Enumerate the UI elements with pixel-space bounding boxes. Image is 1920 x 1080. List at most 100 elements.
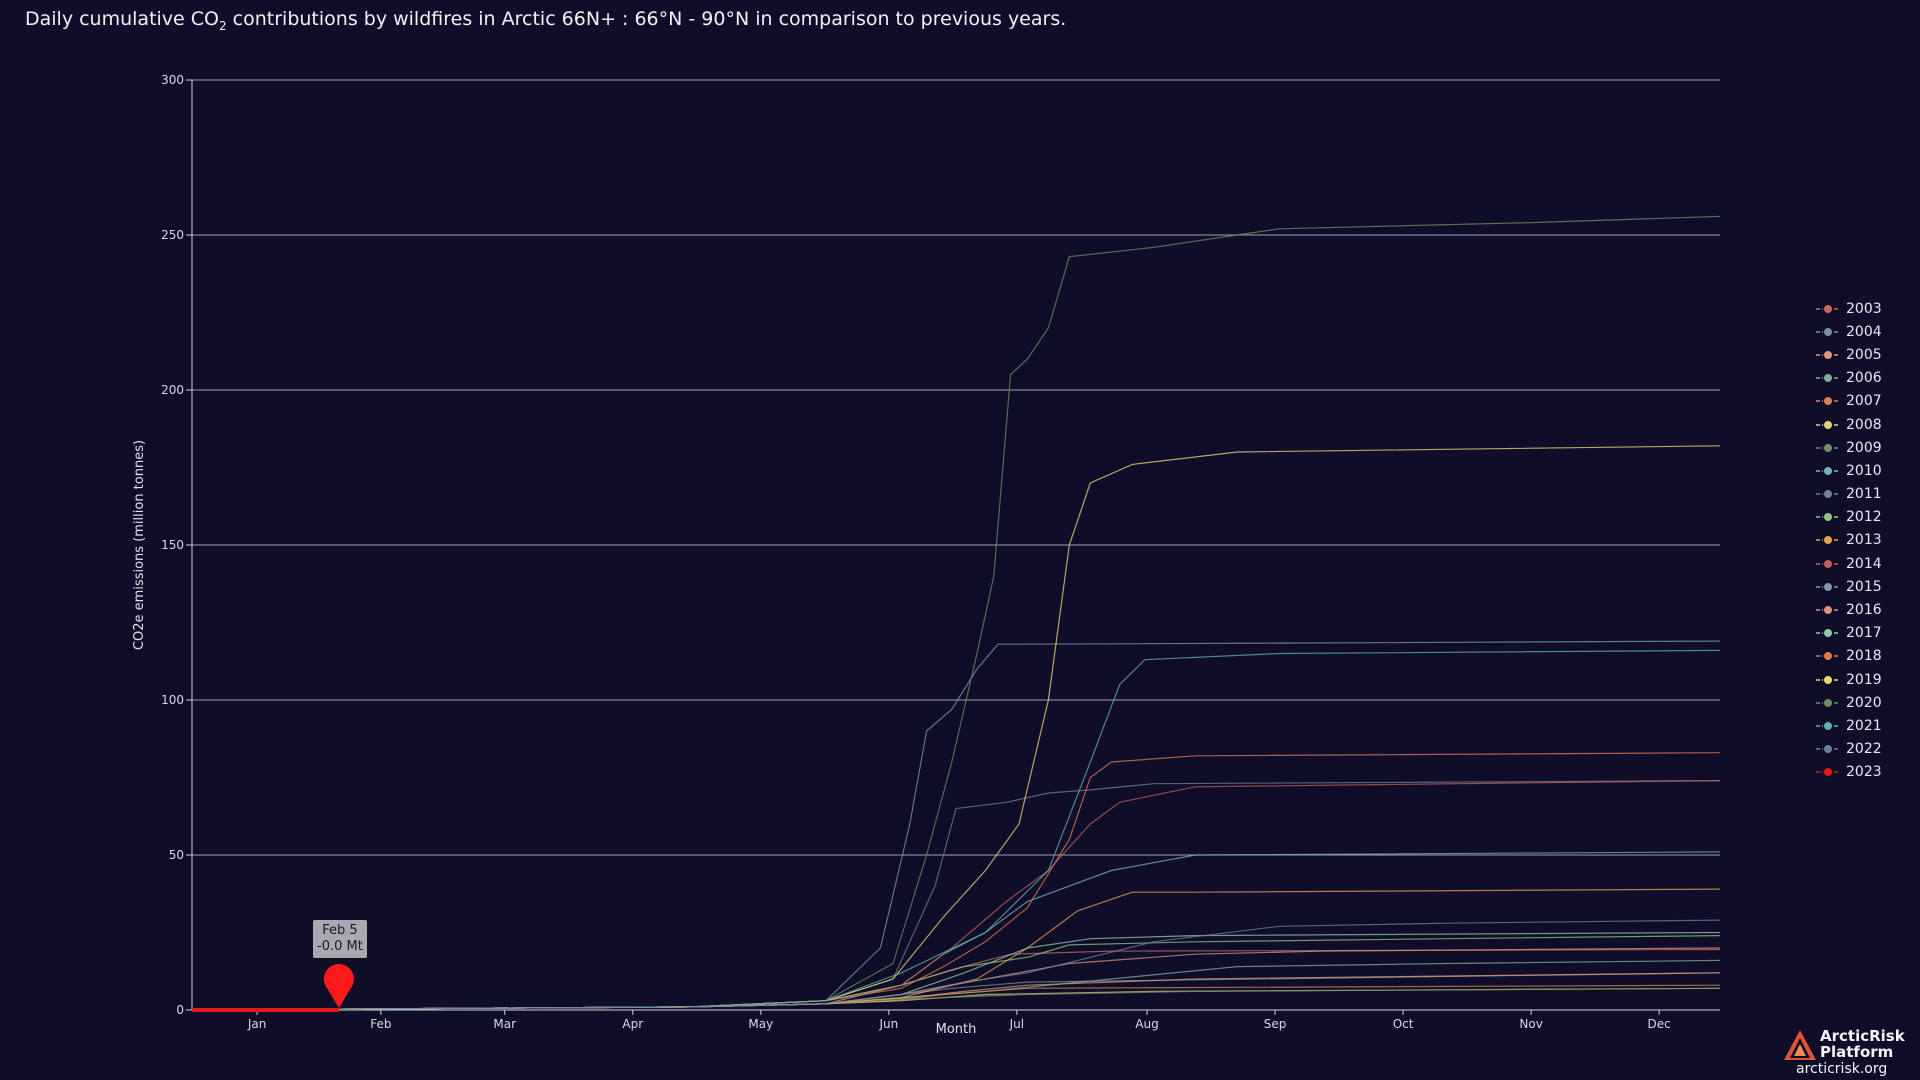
tick-label-y: 50 — [169, 848, 184, 862]
grid-lines — [192, 79, 1720, 856]
marker-layer — [323, 964, 354, 1008]
series-line-2009 — [191, 987, 1721, 1011]
series-line-2021 — [191, 649, 1721, 1011]
series-line-2019 — [191, 445, 1721, 1011]
y-axis-label: CO2e emissions (million tonnes) — [132, 440, 147, 650]
tick-label-x: Jan — [247, 1017, 267, 1031]
x-axis-label: Month — [936, 1022, 977, 1037]
series-line-2006 — [191, 959, 1721, 1011]
legend-item-2013[interactable]: 2013 — [1816, 529, 1882, 552]
legend-item-2004[interactable]: 2004 — [1816, 320, 1882, 343]
legend-swatch — [1816, 419, 1840, 430]
legend-label: 2015 — [1846, 578, 1882, 595]
legend-item-2008[interactable]: 2008 — [1816, 413, 1882, 436]
tick-label-y: 0 — [176, 1003, 184, 1017]
legend-swatch — [1816, 767, 1840, 778]
legend-swatch — [1816, 303, 1840, 314]
legend-label: 2010 — [1846, 462, 1882, 479]
tick-label-x: Jul — [1009, 1017, 1024, 1031]
legend-swatch — [1816, 605, 1840, 616]
tick-label-x: Nov — [1519, 1017, 1542, 1031]
tick-label-x: Apr — [622, 1017, 643, 1031]
legend-swatch — [1816, 720, 1840, 731]
series-line-2008 — [191, 987, 1721, 1011]
legend: 2003 2004 2005 2006 2007 2008 2009 2010 2011 2012… — [1816, 297, 1882, 784]
arcticrisk-logo: ArcticRisk Platform arcticrisk.org — [1782, 1028, 1905, 1078]
logo-icon — [1784, 1030, 1816, 1060]
marker-tooltip: Feb 5 -0.0 Mt — [313, 920, 367, 958]
legend-item-2023[interactable]: 2023 — [1816, 761, 1882, 784]
legend-item-2006[interactable]: 2006 — [1816, 367, 1882, 390]
tick-label-x: Feb — [370, 1017, 391, 1031]
legend-label: 2012 — [1846, 509, 1882, 526]
legend-label: 2023 — [1846, 764, 1882, 781]
legend-swatch — [1816, 744, 1840, 755]
legend-label: 2007 — [1846, 393, 1882, 410]
legend-swatch — [1816, 326, 1840, 337]
tick-label-x: Mar — [493, 1017, 516, 1031]
legend-item-2003[interactable]: 2003 — [1816, 297, 1882, 320]
legend-item-2015[interactable]: 2015 — [1816, 575, 1882, 598]
tick-label-x: Sep — [1264, 1017, 1287, 1031]
series-line-2016 — [191, 947, 1721, 1011]
legend-label: 2013 — [1846, 532, 1882, 549]
legend-label: 2017 — [1846, 625, 1882, 642]
tick-label-y: 300 — [161, 73, 184, 87]
series-line-2015 — [191, 640, 1721, 1011]
tick-label-x: May — [748, 1017, 773, 1031]
legend-label: 2008 — [1846, 416, 1882, 433]
legend-item-2018[interactable]: 2018 — [1816, 645, 1882, 668]
legend-label: 2019 — [1846, 671, 1882, 688]
marker-pin — [323, 964, 354, 1008]
legend-item-2014[interactable]: 2014 — [1816, 552, 1882, 575]
legend-label: 2020 — [1846, 694, 1882, 711]
legend-swatch — [1816, 628, 1840, 639]
legend-item-2020[interactable]: 2020 — [1816, 691, 1882, 714]
legend-label: 2018 — [1846, 648, 1882, 665]
legend-swatch — [1816, 396, 1840, 407]
legend-label: 2022 — [1846, 741, 1882, 758]
logo-name-line1: ArcticRisk — [1820, 1027, 1905, 1045]
legend-item-2016[interactable]: 2016 — [1816, 598, 1882, 621]
tick-label-y: 100 — [161, 693, 184, 707]
legend-swatch — [1816, 465, 1840, 476]
legend-swatch — [1816, 489, 1840, 500]
legend-swatch — [1816, 535, 1840, 546]
legend-item-2022[interactable]: 2022 — [1816, 738, 1882, 761]
legend-item-2009[interactable]: 2009 — [1816, 436, 1882, 459]
legend-item-2011[interactable]: 2011 — [1816, 483, 1882, 506]
series-line-2005 — [191, 972, 1721, 1011]
series-lines — [191, 215, 1721, 1012]
legend-item-2021[interactable]: 2021 — [1816, 714, 1882, 737]
tick-label-x: Dec — [1648, 1017, 1671, 1031]
legend-swatch — [1816, 442, 1840, 453]
legend-label: 2011 — [1846, 486, 1882, 503]
marker-value: -0.0 Mt — [317, 939, 363, 954]
logo-name-line2: Platform — [1820, 1043, 1894, 1061]
tick-label-x: Jun — [878, 1017, 898, 1031]
legend-item-2017[interactable]: 2017 — [1816, 622, 1882, 645]
logo-name: ArcticRisk Platform — [1820, 1028, 1905, 1060]
legend-item-2010[interactable]: 2010 — [1816, 459, 1882, 482]
legend-item-2007[interactable]: 2007 — [1816, 390, 1882, 413]
legend-item-2012[interactable]: 2012 — [1816, 506, 1882, 529]
legend-label: 2014 — [1846, 555, 1882, 572]
legend-item-2019[interactable]: 2019 — [1816, 668, 1882, 691]
legend-swatch — [1816, 651, 1840, 662]
legend-item-2005[interactable]: 2005 — [1816, 343, 1882, 366]
legend-swatch — [1816, 558, 1840, 569]
chart-plot: 0 50 100 150 200 250 300 Jan Feb Mar Apr May Jun Jul A… — [132, 73, 1721, 1037]
legend-swatch — [1816, 373, 1840, 384]
legend-label: 2006 — [1846, 370, 1882, 387]
legend-label: 2021 — [1846, 717, 1882, 734]
tick-label-y: 200 — [161, 383, 184, 397]
tick-label-x: Aug — [1135, 1017, 1158, 1031]
legend-swatch — [1816, 674, 1840, 685]
legend-label: 2009 — [1846, 439, 1882, 456]
logo-url: arcticrisk.org — [1796, 1061, 1888, 1077]
series-line-2018 — [191, 752, 1721, 1011]
marker-date: Feb 5 — [322, 923, 358, 938]
tick-label-x: Oct — [1393, 1017, 1414, 1031]
tick-label-y: 150 — [161, 538, 184, 552]
legend-label: 2004 — [1846, 323, 1882, 340]
